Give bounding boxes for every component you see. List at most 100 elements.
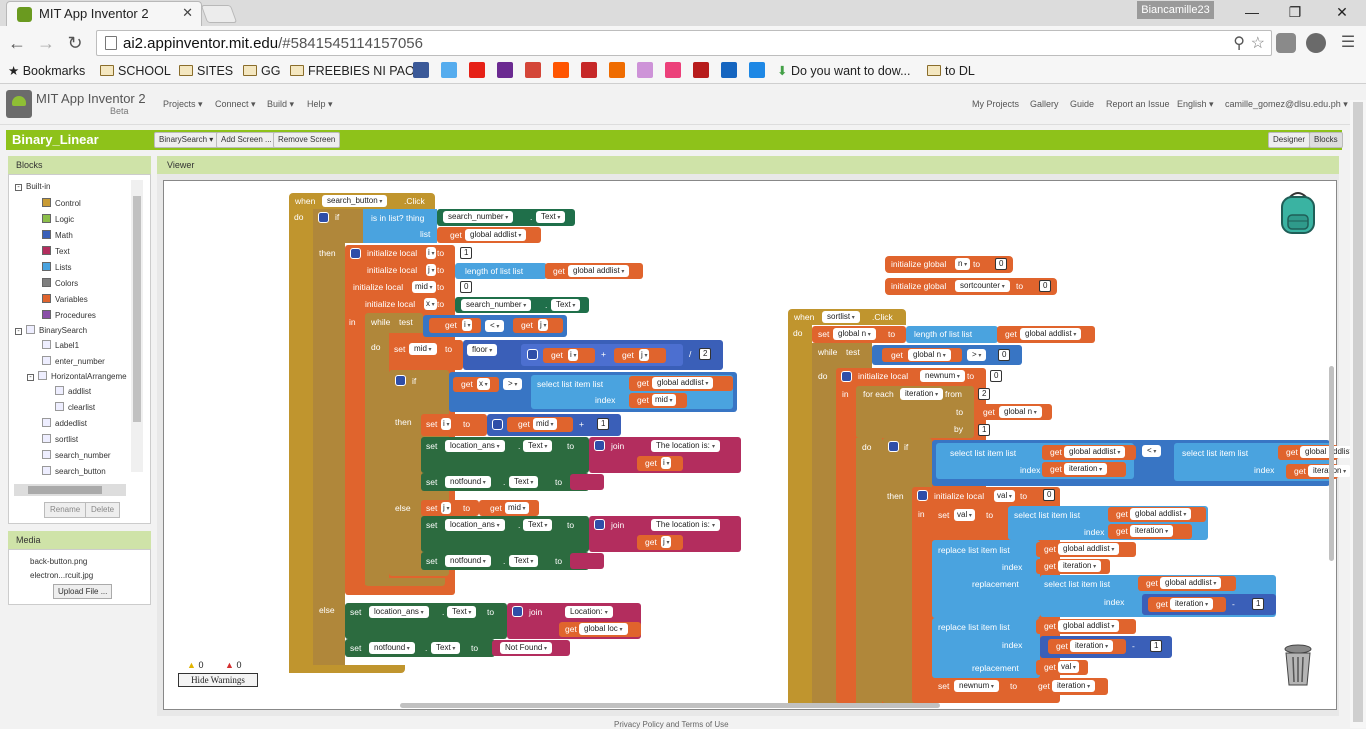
number-literal[interactable]: 2 [978, 388, 991, 400]
set-j-block[interactable]: set j to [421, 500, 479, 516]
variable-dropdown[interactable]: mid [652, 394, 676, 406]
search-number-text-getter[interactable]: search_number . Text [455, 297, 589, 313]
component-dropdown[interactable]: search_button [322, 195, 388, 207]
component-dropdown[interactable]: location_ans [445, 519, 505, 531]
number-literal[interactable]: 1 [1252, 598, 1265, 610]
event-search-button-click[interactable]: when search_button .Click [289, 193, 435, 209]
compare-items-lt[interactable]: select list item list index get global ad… [932, 440, 1362, 486]
operator-dropdown[interactable]: > [503, 378, 523, 390]
tree-item-variables[interactable]: Variables [42, 294, 88, 304]
gmail-icon[interactable] [525, 62, 541, 78]
language-menu[interactable]: English ▾ [1177, 99, 1214, 110]
set-newnum-block[interactable]: set newnum to [932, 678, 1032, 695]
restore-icon[interactable]: ❐ [1283, 2, 1307, 22]
if-block-outer[interactable]: if [313, 209, 363, 243]
link-report-issue[interactable]: Report an Issue [1106, 99, 1170, 109]
set-notfound-text[interactable]: set notfound . Text to [345, 639, 495, 657]
tree-item-control[interactable]: Control [42, 198, 81, 208]
tree-item-text[interactable]: Text [42, 246, 70, 256]
workspace-hscroll[interactable] [400, 703, 940, 708]
tree-item-math[interactable]: Math [42, 230, 73, 240]
set-notfound-text[interactable]: set notfound . Text to [421, 552, 589, 570]
star-site-icon[interactable] [665, 62, 681, 78]
compare-x-gt-item[interactable]: getx > select list item list index getgl… [449, 372, 737, 412]
youtube-icon[interactable] [469, 62, 485, 78]
rename-button[interactable]: Rename [44, 502, 87, 518]
get-global-addlist[interactable]: get global addlist [545, 263, 643, 279]
bookmark-folder-school[interactable]: SCHOOL [100, 62, 171, 80]
close-window-icon[interactable]: ✕ [1330, 2, 1354, 22]
media-file-back-button[interactable]: back-button.png [30, 557, 87, 566]
empty-text-literal[interactable] [570, 553, 604, 569]
local-var-i[interactable]: i [426, 247, 437, 259]
initialize-global-sortcounter[interactable]: initialize global sortcounter to 0 [885, 278, 1057, 295]
variable-dropdown[interactable]: j [441, 502, 452, 514]
property-dropdown[interactable]: Text [509, 555, 539, 567]
variable-dropdown[interactable]: global addlist [1160, 577, 1222, 589]
component-dropdown[interactable]: notfound [369, 642, 415, 654]
blocks-button[interactable]: Blocks [1309, 132, 1343, 148]
variable-dropdown[interactable]: i [661, 457, 672, 469]
variable-dropdown[interactable]: global n [908, 349, 951, 361]
component-dropdown[interactable]: search_number [443, 211, 514, 223]
set-location-ans-text[interactable]: set location_ans . Text to [421, 437, 589, 473]
get-iteration[interactable]: get iteration [1036, 559, 1110, 574]
for-each-range[interactable]: for each iteration from to by [856, 386, 974, 438]
number-literal[interactable]: 1 [460, 247, 473, 259]
designer-button[interactable]: Designer [1268, 132, 1311, 148]
mutator-gear-icon[interactable] [350, 248, 361, 259]
tree-component-horizontal[interactable]: - HorizontalArrangeme [27, 371, 127, 381]
property-dropdown[interactable]: Text [523, 519, 553, 531]
page-scrollbar-thumb[interactable] [1353, 102, 1363, 722]
collapse-icon[interactable]: - [15, 328, 22, 335]
variable-dropdown[interactable]: j [538, 319, 549, 331]
get-global-addlist[interactable]: get global addlist [1036, 542, 1136, 557]
component-dropdown[interactable]: sortlist [822, 311, 860, 323]
bookmark-folder-sites[interactable]: SITES [179, 62, 233, 80]
menu-build[interactable]: Build ▾ [267, 99, 294, 110]
number-literal[interactable]: 0 [990, 370, 1003, 382]
remove-screen-button[interactable]: Remove Screen [273, 132, 341, 148]
mutator-gear-icon[interactable] [512, 606, 523, 617]
text-literal[interactable]: The location is: [651, 440, 721, 452]
site-icon[interactable] [693, 62, 709, 78]
tree-item-colors[interactable]: Colors [42, 278, 78, 288]
link-gallery[interactable]: Gallery [1030, 99, 1059, 109]
operator-dropdown[interactable]: > [967, 349, 987, 361]
variable-dropdown[interactable]: iteration [1064, 463, 1108, 475]
variable-dropdown[interactable]: global addlist [1130, 508, 1192, 520]
compare-i-lt-j[interactable]: geti < getj [423, 315, 567, 337]
local-var-name[interactable]: val [994, 490, 1015, 502]
guitar-icon[interactable] [581, 62, 597, 78]
variable-dropdown[interactable]: global addlist [568, 265, 630, 277]
mutator-gear-icon[interactable] [841, 371, 852, 382]
tab-close-icon[interactable]: ✕ [182, 5, 193, 21]
variable-dropdown[interactable]: i [568, 349, 579, 361]
tree-item-procedures[interactable]: Procedures [42, 310, 96, 320]
text-literal[interactable]: Location: [565, 606, 613, 618]
variable-dropdown[interactable]: i [441, 418, 452, 430]
mutator-gear-icon[interactable] [917, 490, 928, 501]
variable-dropdown[interactable]: global addlist [1064, 446, 1126, 458]
mid-plus-one[interactable]: getmid + 1 [487, 414, 621, 436]
set-notfound-text[interactable]: set notfound . Text to [421, 473, 589, 491]
get-global-n[interactable]: get global n [974, 404, 1052, 420]
set-location-ans-text[interactable]: set location_ans . Text to [421, 516, 589, 552]
variable-dropdown[interactable]: i [462, 319, 473, 331]
menu-connect[interactable]: Connect ▾ [215, 99, 256, 110]
hide-warnings-button[interactable]: Hide Warnings [178, 673, 258, 687]
text-literal[interactable]: The location is: [651, 519, 721, 531]
variable-dropdown[interactable]: global addlist [1058, 620, 1120, 632]
join-block[interactable]: join The location is: geti [589, 437, 741, 473]
workspace-vscroll[interactable] [1329, 366, 1334, 561]
variable-dropdown[interactable]: global addlist [1020, 328, 1082, 340]
text-literal-block[interactable]: Not Found [492, 640, 570, 656]
empty-text-literal[interactable] [570, 474, 604, 490]
blocks-tree-vscroll-thumb[interactable] [133, 196, 141, 422]
variable-dropdown[interactable]: iteration [1070, 640, 1114, 652]
collapse-icon[interactable]: - [27, 374, 34, 381]
tree-component-sortlist[interactable]: sortlist [42, 434, 78, 444]
variable-dropdown[interactable]: mid [505, 502, 529, 514]
variable-dropdown[interactable]: iteration [1130, 525, 1174, 537]
select-list-item-block[interactable]: select list item list index get global ad… [1040, 575, 1276, 617]
